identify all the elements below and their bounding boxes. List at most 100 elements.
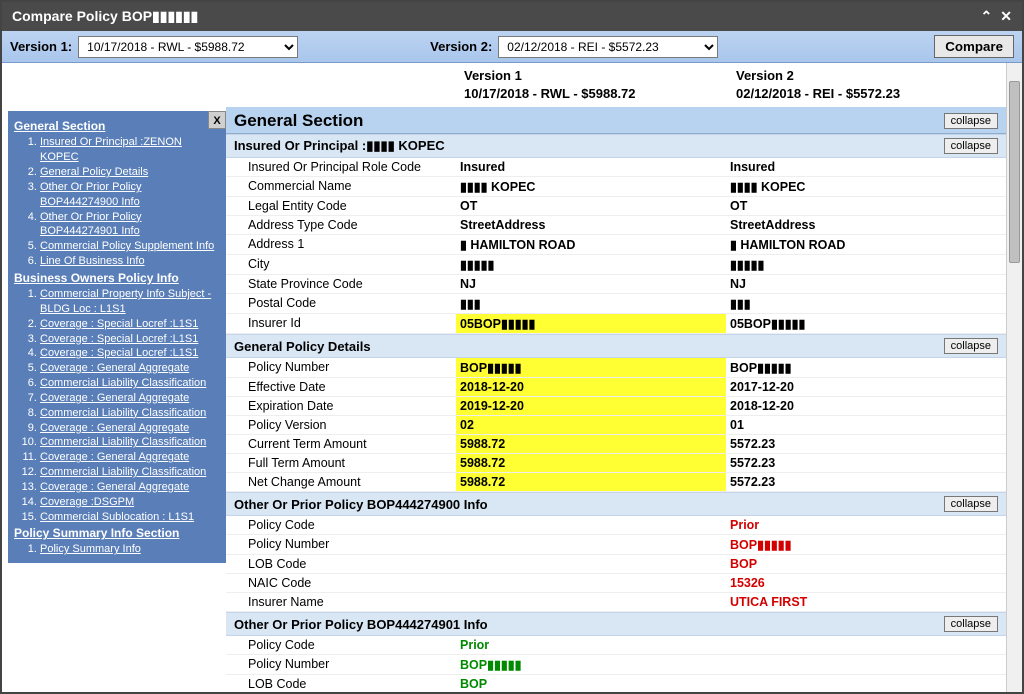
- v2-header-sub: 02/12/2018 - REI - $5572.23: [736, 85, 1006, 103]
- row-value-v1: [456, 574, 726, 592]
- sidebar-item[interactable]: Commercial Policy Supplement Info: [40, 239, 220, 254]
- data-row: City▮▮▮▮▮▮▮▮▮▮: [226, 255, 1006, 275]
- sidebar-item[interactable]: Coverage : General Aggregate: [40, 480, 220, 495]
- row-value-v1: 2019-12-20: [456, 397, 726, 415]
- collapse-button[interactable]: collapse: [944, 616, 998, 632]
- row-value-v1: 2018-12-20: [456, 378, 726, 396]
- row-label: Insurer Id: [226, 314, 456, 333]
- row-value-v2: StreetAddress: [726, 216, 1006, 234]
- row-value-v2: Prior: [726, 516, 1006, 534]
- row-value-v1: ▮▮▮▮ KOPEC: [456, 177, 726, 196]
- sidebar-item[interactable]: Policy Summary Info: [40, 542, 220, 557]
- sidebar-item[interactable]: General Policy Details: [40, 165, 220, 180]
- version1-select[interactable]: 10/17/2018 - RWL - $5988.72: [78, 36, 298, 58]
- prior901-header: Other Or Prior Policy BOP444274901 Info …: [226, 612, 1006, 636]
- row-value-v2: ▮ HAMILTON ROAD: [726, 235, 1006, 254]
- window-title: Compare Policy BOP▮▮▮▮▮▮: [12, 8, 981, 25]
- collapse-button[interactable]: collapse: [944, 496, 998, 512]
- row-value-v2: 5572.23: [726, 435, 1006, 453]
- data-row: Policy NumberBOP▮▮▮▮▮BOP▮▮▮▮▮: [226, 358, 1006, 378]
- row-value-v1: [456, 535, 726, 554]
- collapse-button[interactable]: collapse: [944, 113, 998, 129]
- version2-select[interactable]: 02/12/2018 - REI - $5572.23: [498, 36, 718, 58]
- data-row: Insured Or Principal Role CodeInsuredIns…: [226, 158, 1006, 177]
- data-row: Commercial Name▮▮▮▮ KOPEC▮▮▮▮ KOPEC: [226, 177, 1006, 197]
- row-value-v1: 5988.72: [456, 454, 726, 472]
- row-value-v1: [456, 516, 726, 534]
- sidebar-item[interactable]: Insured Or Principal :ZENON KOPEC: [40, 135, 220, 165]
- row-value-v1: [456, 593, 726, 611]
- compare-button[interactable]: Compare: [934, 35, 1014, 58]
- sidebar-item[interactable]: Commercial Liability Classification: [40, 406, 220, 421]
- minimize-icon[interactable]: ⌃: [981, 8, 993, 25]
- data-row: Policy NumberBOP▮▮▮▮▮: [226, 655, 1006, 675]
- row-value-v2: BOP▮▮▮▮▮: [726, 358, 1006, 377]
- row-value-v1: 05BOP▮▮▮▮▮: [456, 314, 726, 333]
- sidebar-item[interactable]: Commercial Liability Classification: [40, 465, 220, 480]
- sidebar-item[interactable]: Commercial Liability Classification: [40, 376, 220, 391]
- sidebar-item[interactable]: Coverage : Special Locref :L1S1: [40, 346, 220, 361]
- data-row: Full Term Amount5988.725572.23: [226, 454, 1006, 473]
- sidebar-item[interactable]: Coverage : General Aggregate: [40, 450, 220, 465]
- details-panel: General Section collapse Insured Or Prin…: [226, 107, 1006, 692]
- sidebar-item[interactable]: Commercial Sublocation : L1S1: [40, 510, 220, 525]
- sidebar-item[interactable]: Coverage : Special Locref :L1S1: [40, 317, 220, 332]
- sidebar-item[interactable]: Coverage :DSGPM: [40, 495, 220, 510]
- sidebar-section-title[interactable]: Policy Summary Info Section: [14, 526, 220, 540]
- v1-header-sub: 10/17/2018 - RWL - $5988.72: [464, 85, 734, 103]
- sidebar-item[interactable]: Coverage : General Aggregate: [40, 361, 220, 376]
- compare-policy-window: Compare Policy BOP▮▮▮▮▮▮ ⌃ ✕ Version 1: …: [0, 0, 1024, 694]
- sidebar-item[interactable]: Other Or Prior Policy BOP444274901 Info: [40, 210, 220, 240]
- row-value-v2: ▮▮▮: [726, 294, 1006, 313]
- row-value-v2: Insured: [726, 158, 1006, 176]
- collapse-button[interactable]: collapse: [944, 338, 998, 354]
- sidebar-item[interactable]: Line Of Business Info: [40, 254, 220, 269]
- row-value-v2: 01: [726, 416, 1006, 434]
- data-row: Net Change Amount5988.725572.23: [226, 473, 1006, 492]
- data-row: Policy NumberBOP▮▮▮▮▮: [226, 535, 1006, 555]
- data-row: Policy CodePrior: [226, 516, 1006, 535]
- sidebar-section-title[interactable]: General Section: [14, 119, 220, 133]
- row-value-v1: OT: [456, 197, 726, 215]
- row-label: Policy Number: [226, 358, 456, 377]
- v2-header-title: Version 2: [736, 67, 1006, 85]
- sidebar-item[interactable]: Coverage : Special Locref :L1S1: [40, 332, 220, 347]
- row-label: Current Term Amount: [226, 435, 456, 453]
- row-label: Effective Date: [226, 378, 456, 396]
- version-toolbar: Version 1: 10/17/2018 - RWL - $5988.72 V…: [2, 31, 1022, 63]
- sidebar-item[interactable]: Coverage : General Aggregate: [40, 391, 220, 406]
- row-label: Commercial Name: [226, 177, 456, 196]
- row-value-v1: ▮ HAMILTON ROAD: [456, 235, 726, 254]
- collapse-button[interactable]: collapse: [944, 138, 998, 154]
- row-value-v1: [456, 555, 726, 573]
- sidebar-item[interactable]: Other Or Prior Policy BOP444274900 Info: [40, 180, 220, 210]
- vertical-scrollbar[interactable]: [1006, 63, 1022, 692]
- sidebar-close-icon[interactable]: X: [208, 111, 226, 129]
- row-value-v1: BOP▮▮▮▮▮: [456, 655, 726, 674]
- row-value-v1: Prior: [456, 636, 726, 654]
- sidebar-item[interactable]: Coverage : General Aggregate: [40, 421, 220, 436]
- row-label: Legal Entity Code: [226, 197, 456, 215]
- row-value-v1: ▮▮▮: [456, 294, 726, 313]
- row-value-v2: 2018-12-20: [726, 397, 1006, 415]
- row-value-v2: [726, 655, 1006, 674]
- v1-header-title: Version 1: [464, 67, 734, 85]
- data-row: State Province CodeNJNJ: [226, 275, 1006, 294]
- sidebar-item[interactable]: Commercial Property Info Subject -BLDG L…: [40, 287, 220, 317]
- sidebar-section-title[interactable]: Business Owners Policy Info: [14, 271, 220, 285]
- row-value-v1: NJ: [456, 275, 726, 293]
- close-icon[interactable]: ✕: [1000, 8, 1012, 25]
- data-row: LOB CodeBOP: [226, 555, 1006, 574]
- data-row: Expiration Date2019-12-202018-12-20: [226, 397, 1006, 416]
- row-value-v2: UTICA FIRST: [726, 593, 1006, 611]
- version-headers: Version 1 10/17/2018 - RWL - $5988.72 Ve…: [2, 63, 1006, 107]
- row-value-v2: BOP: [726, 555, 1006, 573]
- sidebar-item[interactable]: Commercial Liability Classification: [40, 435, 220, 450]
- row-value-v1: 5988.72: [456, 473, 726, 491]
- row-value-v2: 15326: [726, 574, 1006, 592]
- row-value-v1: 02: [456, 416, 726, 434]
- policy-details-header: General Policy Details collapse: [226, 334, 1006, 358]
- row-label: City: [226, 255, 456, 274]
- row-label: LOB Code: [226, 675, 456, 692]
- titlebar: Compare Policy BOP▮▮▮▮▮▮ ⌃ ✕: [2, 2, 1022, 31]
